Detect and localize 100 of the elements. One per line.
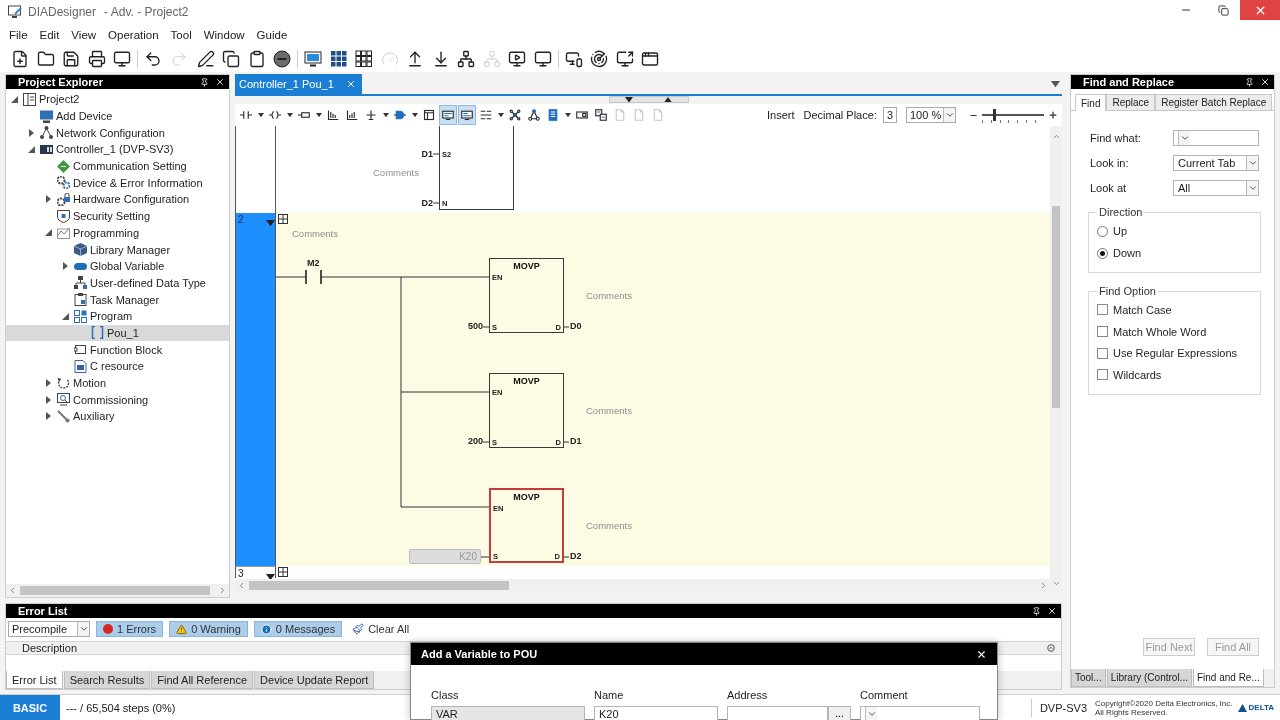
filter-toggle[interactable]: 0 Warning xyxy=(169,621,248,637)
checkbox[interactable] xyxy=(1097,347,1108,359)
pin-icon[interactable] xyxy=(1032,606,1041,616)
radio-button[interactable] xyxy=(1097,225,1108,237)
filter-dropdown[interactable]: Precompile xyxy=(8,621,90,637)
tab[interactable]: Register Batch Replace xyxy=(1155,94,1273,110)
tree-item[interactable]: Network Configuration xyxy=(6,124,229,142)
tree-item[interactable]: Global Variable xyxy=(6,257,229,275)
checkbox[interactable] xyxy=(1097,304,1108,316)
sort-icon[interactable] xyxy=(1047,644,1055,652)
tree-item[interactable]: Controller_1 (DVP-SV3) xyxy=(6,141,229,158)
close-icon[interactable] xyxy=(1047,606,1057,616)
triangle-right-icon[interactable] xyxy=(28,128,34,137)
chevron-right-icon[interactable] xyxy=(218,586,227,595)
menu-item[interactable]: Tool xyxy=(164,27,198,43)
editor-tab[interactable]: Controller_1 Pou_1 xyxy=(235,74,362,94)
tab-menu-button[interactable] xyxy=(1049,80,1062,88)
zoom-combo[interactable]: 100 % xyxy=(906,107,956,123)
chevron-right-icon[interactable] xyxy=(1039,581,1048,590)
filter-toggle[interactable]: 1 Errors xyxy=(96,621,164,637)
grid-icon[interactable] xyxy=(278,214,288,224)
clear-all-button[interactable]: Clear All xyxy=(348,621,414,637)
checkbox[interactable] xyxy=(1097,369,1108,381)
menu-item[interactable]: Guide xyxy=(250,27,294,43)
chevron-up-icon[interactable] xyxy=(1051,132,1061,141)
triangle-right-icon[interactable] xyxy=(45,395,51,404)
splitter-bar[interactable] xyxy=(608,96,689,103)
panel-tab[interactable]: Device Update Report xyxy=(254,671,375,689)
chevron-left-icon[interactable] xyxy=(8,586,17,595)
slider-thumb[interactable] xyxy=(993,109,997,121)
horizontal-scrollbar[interactable] xyxy=(6,584,229,597)
toolbar-button[interactable] xyxy=(439,105,457,125)
close-icon[interactable] xyxy=(215,77,225,87)
triangle-down-icon[interactable] xyxy=(61,312,69,320)
checkbox[interactable] xyxy=(1097,326,1108,338)
panel-tab[interactable]: Library (Control... xyxy=(1106,669,1192,687)
input-field[interactable] xyxy=(727,706,828,720)
radio-button[interactable] xyxy=(1097,247,1108,259)
browse-button[interactable]: ... xyxy=(828,706,851,720)
tree-item[interactable]: Auxiliary xyxy=(6,408,229,425)
tree-item[interactable]: Motion xyxy=(6,374,229,392)
scrollbar-thumb[interactable] xyxy=(20,586,210,595)
gear-lock-icon xyxy=(57,192,70,206)
tree-item[interactable]: Program xyxy=(6,307,229,325)
triangle-right-icon[interactable] xyxy=(45,195,51,204)
panel-tab[interactable]: Error List xyxy=(6,671,63,689)
panel-tab[interactable]: Tool... xyxy=(1071,669,1106,687)
pin-icon[interactable] xyxy=(1245,77,1254,87)
triangle-right-icon[interactable] xyxy=(62,262,68,271)
tree-item[interactable]: Hardware Configuration xyxy=(6,191,229,208)
dropdown-field[interactable] xyxy=(1173,129,1259,146)
tree-item[interactable]: Security Setting xyxy=(6,207,229,225)
tab[interactable]: Replace xyxy=(1106,94,1156,110)
dropdown-field[interactable]: Current Tab xyxy=(1173,154,1259,171)
tree-item[interactable]: Commissioning xyxy=(6,391,229,409)
rung-number-cell[interactable]: 2 xyxy=(235,213,276,566)
menu-item[interactable]: Edit xyxy=(33,27,66,43)
rung-number-cell[interactable]: 3 xyxy=(235,566,276,578)
panel-tab[interactable]: Find All Reference xyxy=(151,671,254,689)
panel-tab[interactable]: Search Results xyxy=(63,671,151,689)
tree-item[interactable]: User-defined Data Type xyxy=(6,274,229,292)
close-icon[interactable] xyxy=(976,648,987,660)
tree-item[interactable]: Task Manager xyxy=(6,291,229,308)
menu-item[interactable]: File xyxy=(3,27,34,43)
chevron-down-icon[interactable] xyxy=(1051,579,1061,588)
rung-number-cell[interactable] xyxy=(235,126,276,213)
scrollbar-thumb[interactable] xyxy=(249,581,509,590)
scrollbar-thumb[interactable] xyxy=(1052,206,1060,408)
option-label: Wildcards xyxy=(1113,368,1162,381)
grid-icon[interactable] xyxy=(278,567,288,577)
dropdown-field[interactable] xyxy=(860,706,980,720)
tab[interactable]: Find xyxy=(1075,94,1107,111)
close-button[interactable] xyxy=(1240,0,1280,20)
toolbar-button[interactable] xyxy=(458,105,476,125)
menu-item[interactable]: Operation xyxy=(102,27,165,43)
close-icon[interactable] xyxy=(1260,77,1270,87)
decimal-field[interactable]: 3 xyxy=(882,107,897,123)
zoom-in-icon[interactable] xyxy=(1048,110,1058,120)
triangle-right-icon[interactable] xyxy=(45,412,51,421)
tree-item[interactable]: Function Block xyxy=(6,341,229,358)
input-field[interactable]: K20 xyxy=(594,706,718,720)
tree-item[interactable]: Add Device xyxy=(6,107,229,125)
filter-toggle[interactable]: 0 Messages xyxy=(253,621,343,637)
dropdown-field[interactable]: All xyxy=(1173,179,1259,196)
tree-item[interactable]: C resource xyxy=(6,358,229,375)
triangle-down-icon[interactable] xyxy=(10,95,18,103)
tree-item[interactable]: Programming xyxy=(6,224,229,242)
tree-item[interactable]: Pou_1 xyxy=(6,324,229,342)
tree-item[interactable]: Communication Setting xyxy=(6,157,229,175)
triangle-down-icon[interactable] xyxy=(44,229,52,237)
menu-item[interactable]: Window xyxy=(197,27,251,43)
pin-icon[interactable] xyxy=(200,77,209,87)
panel-tab[interactable]: Find and Re... xyxy=(1192,669,1264,687)
tree-item[interactable]: Library Manager xyxy=(6,241,229,258)
triangle-right-icon[interactable] xyxy=(45,379,51,388)
triangle-down-icon[interactable] xyxy=(27,145,35,153)
chevron-left-icon[interactable] xyxy=(237,581,246,590)
tree-item[interactable]: Project2 xyxy=(6,91,229,108)
menu-item[interactable]: View xyxy=(65,27,103,43)
tree-item[interactable]: Device & Error Information xyxy=(6,174,229,192)
